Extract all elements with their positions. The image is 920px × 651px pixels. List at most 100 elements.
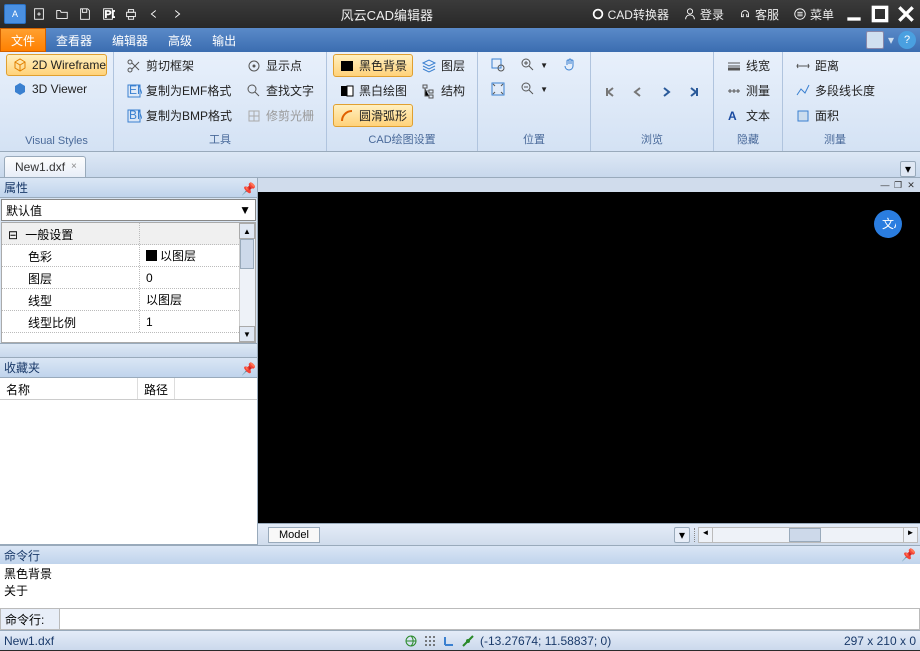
support-button[interactable]: 客服 [734, 4, 783, 25]
layers-icon [421, 58, 437, 74]
menu-editor[interactable]: 编辑器 [102, 28, 158, 52]
hide-measure-button[interactable]: 测量 [720, 79, 776, 102]
show-point-button[interactable]: 显示点 [240, 54, 320, 77]
canvas-hscroll[interactable]: ◄ ► [698, 527, 918, 543]
mono-draw-button[interactable]: 黑白绘图 [333, 79, 413, 102]
col-name[interactable]: 名称 [0, 378, 138, 399]
ortho-icon[interactable] [442, 634, 456, 648]
file-tab[interactable]: New1.dxf× [4, 156, 86, 177]
zoom-out-icon [520, 81, 536, 97]
nav-last-button[interactable] [681, 81, 707, 103]
redo-icon[interactable] [167, 4, 187, 24]
zoom-in-button[interactable]: ▼ [514, 54, 554, 76]
menu-file[interactable]: 文件 [0, 28, 46, 52]
zoom-window-icon [490, 57, 506, 73]
hide-text-button[interactable]: A文本 [720, 104, 776, 127]
polylength-button[interactable]: 多段线长度 [789, 79, 881, 102]
area-button[interactable]: 面积 [789, 104, 881, 127]
help-button[interactable]: ? [898, 31, 916, 49]
menu-output[interactable]: 输出 [202, 28, 246, 52]
scroll-up-button[interactable]: ▲ [239, 223, 255, 239]
distance-button[interactable]: 距离 [789, 54, 881, 77]
command-history: 黑色背景 关于 [0, 564, 920, 608]
menu-button[interactable]: 菜单 [789, 4, 838, 25]
scroll-down-button[interactable]: ▼ [239, 326, 255, 342]
pan-button[interactable] [556, 54, 584, 76]
cad-converter-button[interactable]: CAD转换器 [587, 4, 673, 25]
layout-dropdown[interactable]: ▾ [674, 527, 690, 543]
new-file-icon[interactable] [29, 4, 49, 24]
find-text-button[interactable]: 查找文字 [240, 79, 320, 102]
print-icon[interactable] [121, 4, 141, 24]
minimize-button[interactable] [844, 5, 864, 23]
mono-icon [339, 83, 355, 99]
col-path[interactable]: 路径 [138, 378, 175, 399]
command-prompt-label: 命令行: [0, 608, 60, 630]
favorites-header: 收藏夹 📌 [0, 358, 257, 378]
tab-close-icon[interactable]: × [71, 161, 81, 171]
svg-text:文A: 文A [882, 216, 896, 231]
arc-icon [339, 108, 355, 124]
prop-row-color[interactable]: 色彩以图层 [2, 245, 255, 267]
structure-button[interactable]: 结构 [415, 79, 471, 102]
drawing-canvas[interactable]: 文A [258, 192, 920, 523]
translate-badge-icon[interactable]: 文A [874, 210, 902, 238]
properties-grid: ⊟ 一般设置 色彩以图层 图层0 线型以图层 线型比例1 ▲ ▼ [1, 222, 256, 343]
pin-icon[interactable]: 📌 [241, 362, 253, 374]
copy-bmp-button[interactable]: BMP复制为BMP格式 [120, 104, 238, 127]
save-icon[interactable] [75, 4, 95, 24]
theme-button[interactable] [866, 31, 884, 49]
cube-wire-icon [12, 57, 28, 73]
statusbar: New1.dxf (-13.27674; 11.58837; 0) 297 x … [0, 630, 920, 650]
zoom-out-button[interactable]: ▼ [514, 78, 554, 100]
doc-min-icon[interactable]: — [880, 180, 890, 190]
wireframe-2d-button[interactable]: 2D Wireframe [6, 54, 107, 76]
layers-button[interactable]: 图层 [415, 54, 471, 77]
nav-next-button[interactable] [653, 81, 679, 103]
close-button[interactable] [896, 5, 916, 23]
nav-first-button[interactable] [597, 81, 623, 103]
cube-3d-icon [12, 81, 28, 97]
group-cad-settings-label: CAD绘图设置 [333, 129, 471, 149]
smooth-arc-button[interactable]: 圆滑弧形 [333, 104, 413, 127]
scissors-icon [126, 58, 142, 74]
zoom-window-button[interactable] [484, 54, 512, 76]
linewidth-button[interactable]: 线宽 [720, 54, 776, 77]
model-tab[interactable]: Model [268, 527, 320, 543]
properties-header: 属性 📌 [0, 178, 257, 198]
svg-text:A: A [728, 109, 737, 123]
svg-text:EMF: EMF [129, 83, 142, 97]
pin-icon[interactable]: 📌 [241, 182, 253, 194]
props-scrollbar[interactable] [239, 223, 255, 342]
pin-icon[interactable]: 📌 [901, 548, 916, 562]
viewer-3d-button[interactable]: 3D Viewer [6, 78, 107, 100]
undo-icon[interactable] [144, 4, 164, 24]
menu-viewer[interactable]: 查看器 [46, 28, 102, 52]
menu-advanced[interactable]: 高级 [158, 28, 202, 52]
tabstrip-dropdown[interactable]: ▾ [900, 161, 916, 177]
doc-restore-icon[interactable]: ❐ [893, 180, 903, 190]
status-filename: New1.dxf [4, 634, 404, 648]
linewidth-icon [726, 58, 742, 74]
login-button[interactable]: 登录 [679, 4, 728, 25]
prop-row-linescale[interactable]: 线型比例1 [2, 311, 255, 333]
prop-row-linetype[interactable]: 线型以图层 [2, 289, 255, 311]
prop-row-layer[interactable]: 图层0 [2, 267, 255, 289]
osnap-icon[interactable] [461, 634, 475, 648]
command-input[interactable] [60, 608, 920, 630]
app-title: 风云CAD编辑器 [187, 5, 587, 24]
doc-close-icon[interactable]: ✕ [906, 180, 916, 190]
grid-snap-icon[interactable] [423, 634, 437, 648]
save-pdf-icon[interactable]: PDF [98, 4, 118, 24]
copy-emf-button[interactable]: EMF复制为EMF格式 [120, 79, 238, 102]
clip-frame-button[interactable]: 剪切框架 [120, 54, 238, 77]
maximize-button[interactable] [870, 5, 890, 23]
svg-text:BMP: BMP [129, 108, 142, 122]
globe-icon[interactable] [404, 634, 418, 648]
grid-icon [246, 108, 262, 124]
zoom-extents-button[interactable] [484, 78, 512, 100]
properties-combo[interactable]: 默认值▼ [1, 199, 256, 221]
open-file-icon[interactable] [52, 4, 72, 24]
nav-prev-button[interactable] [625, 81, 651, 103]
black-bg-button[interactable]: 黑色背景 [333, 54, 413, 77]
